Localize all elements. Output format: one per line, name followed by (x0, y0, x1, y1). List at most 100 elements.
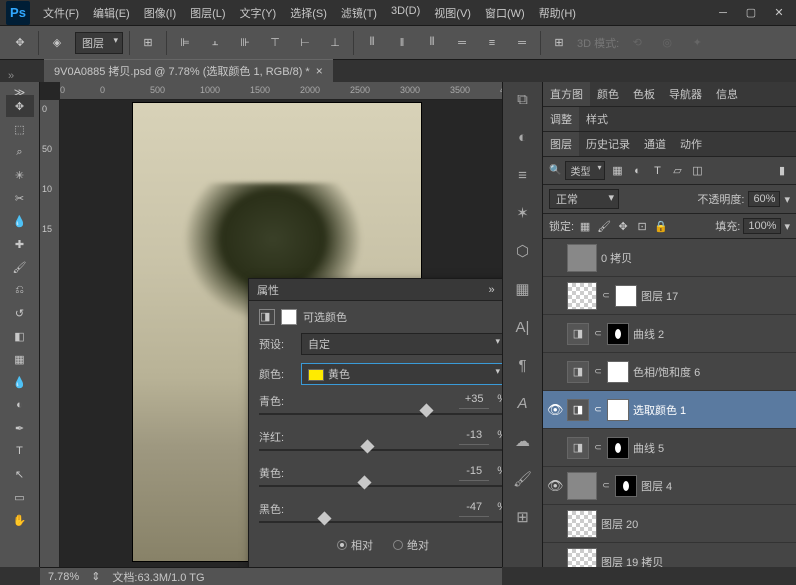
layer-row[interactable]: 图层 19 拷贝 (543, 543, 796, 567)
layer-thumb[interactable] (567, 244, 597, 272)
menu-图层[interactable]: 图层(L) (183, 1, 232, 25)
layer-thumb[interactable]: ◨ (567, 437, 589, 459)
layer-mask-thumb[interactable] (607, 323, 629, 345)
layer-thumb[interactable]: ◨ (567, 399, 589, 421)
layer-row[interactable]: 👁⊂图层 4 (543, 467, 796, 505)
tab-close-icon[interactable]: × (316, 64, 323, 78)
menu-文字[interactable]: 文字(Y) (233, 1, 284, 25)
radio-absolute[interactable]: 绝对 (393, 537, 429, 553)
fill-input[interactable]: 100% (743, 218, 781, 234)
brush-tool[interactable]: 🖌 (6, 256, 34, 278)
align-left-icon[interactable]: ⊫ (173, 31, 197, 55)
align-right-icon[interactable]: ⊪ (233, 31, 257, 55)
marquee-tool[interactable]: ⬚ (6, 118, 34, 140)
strip-brushes-icon[interactable]: ✶ (512, 202, 534, 224)
opacity-input[interactable]: 60% (748, 191, 780, 207)
blur-tool[interactable]: 💧 (6, 371, 34, 393)
layer-row[interactable]: ◨⊂曲线 2 (543, 315, 796, 353)
layer-thumb[interactable]: ◨ (567, 323, 589, 345)
3d-orbit-icon[interactable]: ⟲ (625, 31, 649, 55)
preset-dropdown[interactable]: 自定 (301, 333, 502, 355)
auto-align-icon[interactable]: ⊞ (547, 31, 571, 55)
slider-2[interactable] (259, 485, 502, 487)
tab-调整[interactable]: 调整 (543, 107, 579, 131)
move-tool-icon[interactable]: ✥ (8, 31, 32, 55)
mask-icon[interactable] (281, 309, 297, 325)
panel-collapse-icon[interactable]: » (488, 284, 494, 296)
strip-swatches-icon[interactable]: ▦ (512, 278, 534, 300)
layer-row[interactable]: 0 拷贝 (543, 239, 796, 277)
layer-thumb[interactable] (567, 282, 597, 310)
lock-pixels-icon[interactable]: ▦ (577, 218, 593, 234)
layer-row[interactable]: ⊂图层 17 (543, 277, 796, 315)
layer-row[interactable]: 👁◨⊂选取颜色 1 (543, 391, 796, 429)
distribute-2-icon[interactable]: ‖ (390, 31, 414, 55)
menu-选择[interactable]: 选择(S) (283, 1, 334, 25)
path-select-tool[interactable]: ↖ (6, 463, 34, 485)
filter-smart-icon[interactable]: ◫ (689, 163, 705, 179)
gradient-tool[interactable]: ▦ (6, 348, 34, 370)
zoom-level[interactable]: 7.78% (48, 571, 79, 583)
pen-tool[interactable]: ✒ (6, 417, 34, 439)
auto-select-icon[interactable]: ◈ (45, 31, 69, 55)
layer-name[interactable]: 色相/饱和度 6 (633, 364, 792, 380)
rectangle-tool[interactable]: ▭ (6, 486, 34, 508)
strip-adjustments-icon[interactable]: ◐ (512, 126, 534, 148)
layer-name[interactable]: 0 拷贝 (601, 250, 792, 266)
layer-mask-thumb[interactable] (615, 475, 637, 497)
crop-tool[interactable]: ✂ (6, 187, 34, 209)
strip-brush-presets-icon[interactable]: 🖌 (512, 468, 534, 490)
layer-name[interactable]: 图层 20 (601, 516, 792, 532)
layer-name[interactable]: 图层 4 (641, 478, 792, 494)
history-brush-tool[interactable]: ↺ (6, 302, 34, 324)
layer-thumb[interactable] (567, 510, 597, 538)
menu-帮助[interactable]: 帮助(H) (532, 1, 583, 25)
radio-relative[interactable]: 相对 (337, 537, 373, 553)
healing-tool[interactable]: ✚ (6, 233, 34, 255)
strip-3d-icon[interactable]: ⬡ (512, 240, 534, 262)
lasso-tool[interactable]: ⌕ (6, 141, 34, 163)
dodge-tool[interactable]: ◐ (6, 394, 34, 416)
move-tool[interactable]: ✥ (6, 95, 34, 117)
magic-wand-tool[interactable]: ✳ (6, 164, 34, 186)
layer-mask-thumb[interactable] (607, 437, 629, 459)
layer-name[interactable]: 曲线 5 (633, 440, 792, 456)
visibility-toggle[interactable]: 👁 (547, 478, 563, 494)
menu-文件[interactable]: 文件(F) (36, 1, 86, 25)
distribute-5-icon[interactable]: ≡ (480, 31, 504, 55)
tab-历史记录[interactable]: 历史记录 (579, 132, 637, 156)
layer-target-dropdown[interactable]: 图层 (75, 32, 123, 54)
distribute-3-icon[interactable]: ⦀ (420, 31, 444, 55)
lock-move-icon[interactable]: ✥ (615, 218, 631, 234)
slider-3[interactable] (259, 521, 502, 523)
filter-shape-icon[interactable]: ▱ (669, 163, 685, 179)
minimize-button[interactable]: ─ (710, 4, 736, 22)
layer-row[interactable]: ◨⊂曲线 5 (543, 429, 796, 467)
layer-mask-thumb[interactable] (615, 285, 637, 307)
layer-filter-dropdown[interactable]: 类型 (565, 161, 605, 180)
filter-adjust-icon[interactable]: ◐ (629, 163, 645, 179)
slider-1[interactable] (259, 449, 502, 451)
layer-name[interactable]: 曲线 2 (633, 326, 792, 342)
strip-info-icon[interactable]: ⊞ (512, 506, 534, 528)
layer-name[interactable]: 图层 19 拷贝 (601, 554, 792, 568)
filter-toggle-icon[interactable]: ▮ (774, 163, 790, 179)
layer-row[interactable]: ◨⊂色相/饱和度 6 (543, 353, 796, 391)
strip-styles-icon[interactable]: ≡ (512, 164, 534, 186)
eraser-tool[interactable]: ◧ (6, 325, 34, 347)
strip-character-icon[interactable]: A| (512, 316, 534, 338)
slider-value-3[interactable]: -47 (459, 501, 489, 517)
slider-value-2[interactable]: -15 (459, 465, 489, 481)
color-dropdown[interactable]: 黄色 (301, 363, 502, 385)
menu-编辑[interactable]: 编辑(E) (86, 1, 137, 25)
menu-图像[interactable]: 图像(I) (137, 1, 183, 25)
tab-颜色[interactable]: 颜色 (590, 82, 626, 106)
distribute-1-icon[interactable]: ⦀ (360, 31, 384, 55)
layer-name[interactable]: 选取颜色 1 (633, 402, 792, 418)
zoom-arrows-icon[interactable]: ⇕ (91, 570, 100, 583)
slider-0[interactable] (259, 413, 502, 415)
filter-type-icon[interactable]: T (649, 163, 665, 179)
layer-mask-thumb[interactable] (607, 399, 629, 421)
menu-窗口[interactable]: 窗口(W) (478, 1, 532, 25)
hand-tool[interactable]: ✋ (6, 509, 34, 531)
